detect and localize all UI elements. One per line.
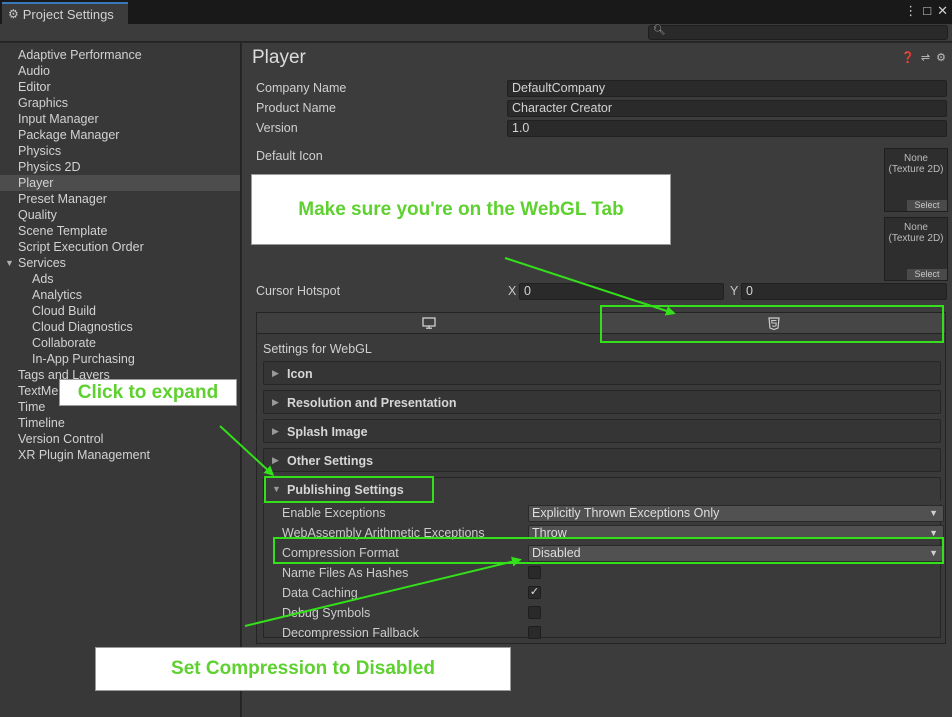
maximize-icon[interactable]: □ xyxy=(923,3,931,19)
sidebar-item-in-app-purchasing[interactable]: In-App Purchasing xyxy=(0,351,240,367)
title-bar: ⚙ Project Settings ⋮ □ ✕ xyxy=(0,0,952,24)
toolbar: 🔍︎ xyxy=(0,24,952,42)
checkmark-icon: ✓ xyxy=(529,586,540,598)
sidebar-item-input-manager[interactable]: Input Manager xyxy=(0,111,240,127)
debug-symbols-checkbox[interactable] xyxy=(528,606,541,619)
cursor-hotspot-label: Cursor Hotspot xyxy=(256,284,341,298)
sidebar-item-editor[interactable]: Editor xyxy=(0,79,240,95)
window-title: Project Settings xyxy=(22,6,114,22)
sidebar-item-collaborate[interactable]: Collaborate xyxy=(0,335,240,351)
webgl-tab-highlight xyxy=(600,305,944,343)
x-axis-label: X xyxy=(508,284,517,298)
sidebar-item-cloud-build[interactable]: Cloud Build xyxy=(0,303,240,319)
window-controls: ⋮ □ ✕ xyxy=(904,3,948,19)
settings-for-label: Settings for WebGL xyxy=(263,342,372,356)
product-name-label: Product Name xyxy=(256,101,336,115)
debug-symbols-label: Debug Symbols xyxy=(282,606,371,620)
sidebar-item-adaptive-performance[interactable]: Adaptive Performance xyxy=(0,47,240,63)
cursor-hotspot-x-field[interactable]: 0 xyxy=(519,283,724,300)
default-icon-label: Default Icon xyxy=(256,149,323,163)
page-title: Player xyxy=(252,47,306,68)
sidebar-item-package-manager[interactable]: Package Manager xyxy=(0,127,240,143)
cursor-texture-slot[interactable]: None (Texture 2D) Select xyxy=(884,217,948,281)
collapsed-arrow-icon: ▶ xyxy=(272,368,279,378)
sidebar-item-xr-plugin-management[interactable]: XR Plugin Management xyxy=(0,447,240,463)
preset-icon[interactable]: ⇌ xyxy=(921,51,930,64)
version-label: Version xyxy=(256,121,298,135)
player-settings-panel: Player ❓ ⇌ ⚙ Company Name DefaultCompany… xyxy=(242,43,952,717)
enable-exceptions-label: Enable Exceptions xyxy=(282,506,386,520)
dropdown-arrow-icon: ▼ xyxy=(929,508,938,518)
project-settings-tab[interactable]: ⚙ Project Settings xyxy=(2,2,128,24)
monitor-icon xyxy=(422,317,436,329)
default-icon-slot[interactable]: None (Texture 2D) Select xyxy=(884,148,948,212)
sidebar-item-services[interactable]: ▼ Services xyxy=(0,255,240,271)
sidebar-item-graphics[interactable]: Graphics xyxy=(0,95,240,111)
sidebar-item-timeline[interactable]: Timeline xyxy=(0,415,240,431)
foldout-resolution-and-presentation[interactable]: ▶ Resolution and Presentation xyxy=(263,390,941,414)
compression-format-highlight xyxy=(273,537,944,564)
sidebar-item-player[interactable]: Player xyxy=(0,175,240,191)
gear-icon: ⚙ xyxy=(8,7,19,21)
search-input[interactable]: 🔍︎ xyxy=(648,25,948,40)
publishing-settings-highlight xyxy=(264,476,434,503)
publishing-settings-body: Enable Exceptions Explicitly Thrown Exce… xyxy=(263,504,944,640)
sidebar-item-quality[interactable]: Quality xyxy=(0,207,240,223)
enable-exceptions-dropdown[interactable]: Explicitly Thrown Exceptions Only ▼ xyxy=(528,505,944,522)
texture-slot-name: None (Texture 2D) xyxy=(888,222,944,244)
header-icons: ❓ ⇌ ⚙ xyxy=(901,51,946,64)
collapsed-arrow-icon: ▶ xyxy=(272,397,279,407)
help-icon[interactable]: ❓ xyxy=(901,51,915,64)
sidebar-item-audio[interactable]: Audio xyxy=(0,63,240,79)
sidebar-item-physics-2d[interactable]: Physics 2D xyxy=(0,159,240,175)
collapsed-arrow-icon: ▶ xyxy=(272,426,279,436)
tab-standalone[interactable] xyxy=(257,313,601,333)
texture-select-button[interactable]: Select xyxy=(907,200,947,211)
sidebar-item-version-control[interactable]: Version Control xyxy=(0,431,240,447)
data-caching-checkbox[interactable]: ✓ xyxy=(528,586,541,599)
settings-gear-icon[interactable]: ⚙ xyxy=(936,51,946,64)
texture-select-button[interactable]: Select xyxy=(907,269,947,280)
sidebar-item-scene-template[interactable]: Scene Template xyxy=(0,223,240,239)
search-icon: 🔍︎ xyxy=(653,25,666,36)
cursor-hotspot-y-field[interactable]: 0 xyxy=(741,283,947,300)
more-options-icon[interactable]: ⋮ xyxy=(904,3,917,19)
decompression-fallback-label: Decompression Fallback xyxy=(282,626,419,640)
callout-compression: Set Compression to Disabled xyxy=(95,647,511,691)
version-field[interactable]: 1.0 xyxy=(507,120,947,137)
expanded-arrow-icon[interactable]: ▼ xyxy=(5,255,14,271)
sidebar-item-physics[interactable]: Physics xyxy=(0,143,240,159)
company-name-field[interactable]: DefaultCompany xyxy=(507,80,947,97)
data-caching-label: Data Caching xyxy=(282,586,358,600)
callout-click-to-expand: Click to expand xyxy=(59,379,237,406)
sidebar-item-cloud-diagnostics[interactable]: Cloud Diagnostics xyxy=(0,319,240,335)
foldout-splash-image[interactable]: ▶ Splash Image xyxy=(263,419,941,443)
sidebar-item-analytics[interactable]: Analytics xyxy=(0,287,240,303)
product-name-field[interactable]: Character Creator xyxy=(507,100,947,117)
foldout-other-settings[interactable]: ▶ Other Settings xyxy=(263,448,941,472)
company-name-label: Company Name xyxy=(256,81,347,95)
collapsed-arrow-icon: ▶ xyxy=(272,455,279,465)
texture-slot-name: None (Texture 2D) xyxy=(888,153,944,175)
sidebar-item-ads[interactable]: Ads xyxy=(0,271,240,287)
name-files-as-hashes-label: Name Files As Hashes xyxy=(282,566,409,580)
foldout-icon[interactable]: ▶ Icon xyxy=(263,361,941,385)
decompression-fallback-checkbox[interactable] xyxy=(528,626,541,639)
sidebar-item-script-execution-order[interactable]: Script Execution Order xyxy=(0,239,240,255)
y-axis-label: Y xyxy=(730,284,739,298)
name-files-as-hashes-checkbox[interactable] xyxy=(528,566,541,579)
close-icon[interactable]: ✕ xyxy=(937,3,948,19)
callout-webgl-tab: Make sure you're on the WebGL Tab xyxy=(251,174,671,245)
sidebar-item-preset-manager[interactable]: Preset Manager xyxy=(0,191,240,207)
